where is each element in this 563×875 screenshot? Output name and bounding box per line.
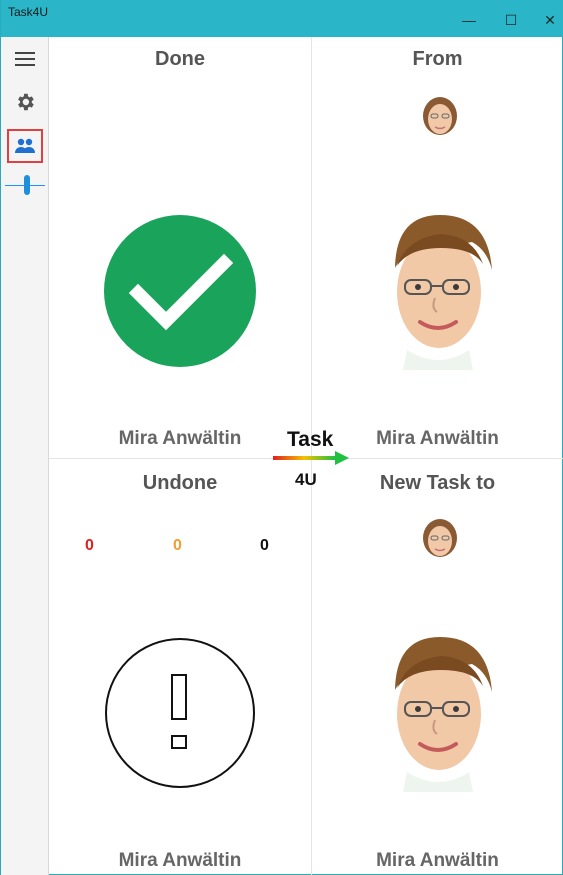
done-person-name: Mira Anwältin bbox=[118, 428, 242, 449]
sidebar bbox=[1, 37, 49, 875]
settings-button[interactable] bbox=[7, 85, 43, 119]
new-task-header: New Task to bbox=[379, 472, 496, 494]
new-task-person-name: Mira Anwältin bbox=[376, 850, 499, 871]
app-window: Task4U — ☐ ✕ Done Mira Anwältin From Mir… bbox=[0, 0, 563, 875]
logo-task-text: Task bbox=[287, 428, 334, 451]
from-avatar-large[interactable] bbox=[375, 210, 499, 370]
logo-arrow-icon bbox=[273, 451, 349, 465]
done-check-icon[interactable] bbox=[104, 215, 256, 367]
undone-exclamation-icon[interactable] bbox=[104, 637, 256, 789]
people-icon bbox=[15, 138, 35, 153]
undone-header: Undone bbox=[142, 472, 218, 494]
done-header: Done bbox=[155, 48, 205, 70]
undone-person-name: Mira Anwältin bbox=[118, 850, 242, 871]
hamburger-menu-icon bbox=[15, 52, 35, 66]
undone-count-black: 0 bbox=[260, 537, 269, 554]
close-button[interactable]: ✕ bbox=[538, 8, 562, 32]
undone-count-red: 0 bbox=[85, 537, 94, 554]
window-title: Task4U bbox=[8, 5, 49, 19]
hamburger-menu-button[interactable] bbox=[7, 42, 43, 76]
maximize-button[interactable]: ☐ bbox=[499, 8, 523, 32]
from-avatar-small[interactable] bbox=[421, 96, 459, 136]
people-button[interactable] bbox=[7, 129, 43, 163]
undone-count-orange: 0 bbox=[173, 537, 182, 554]
title-bar: Task4U — ☐ ✕ bbox=[1, 0, 563, 37]
gear-icon bbox=[18, 93, 34, 111]
new-task-avatar-large[interactable] bbox=[375, 632, 499, 792]
from-header: From bbox=[412, 48, 463, 70]
new-task-avatar-small[interactable] bbox=[421, 518, 459, 558]
slider-thumb[interactable] bbox=[24, 175, 30, 195]
minimize-button[interactable]: — bbox=[457, 8, 481, 32]
